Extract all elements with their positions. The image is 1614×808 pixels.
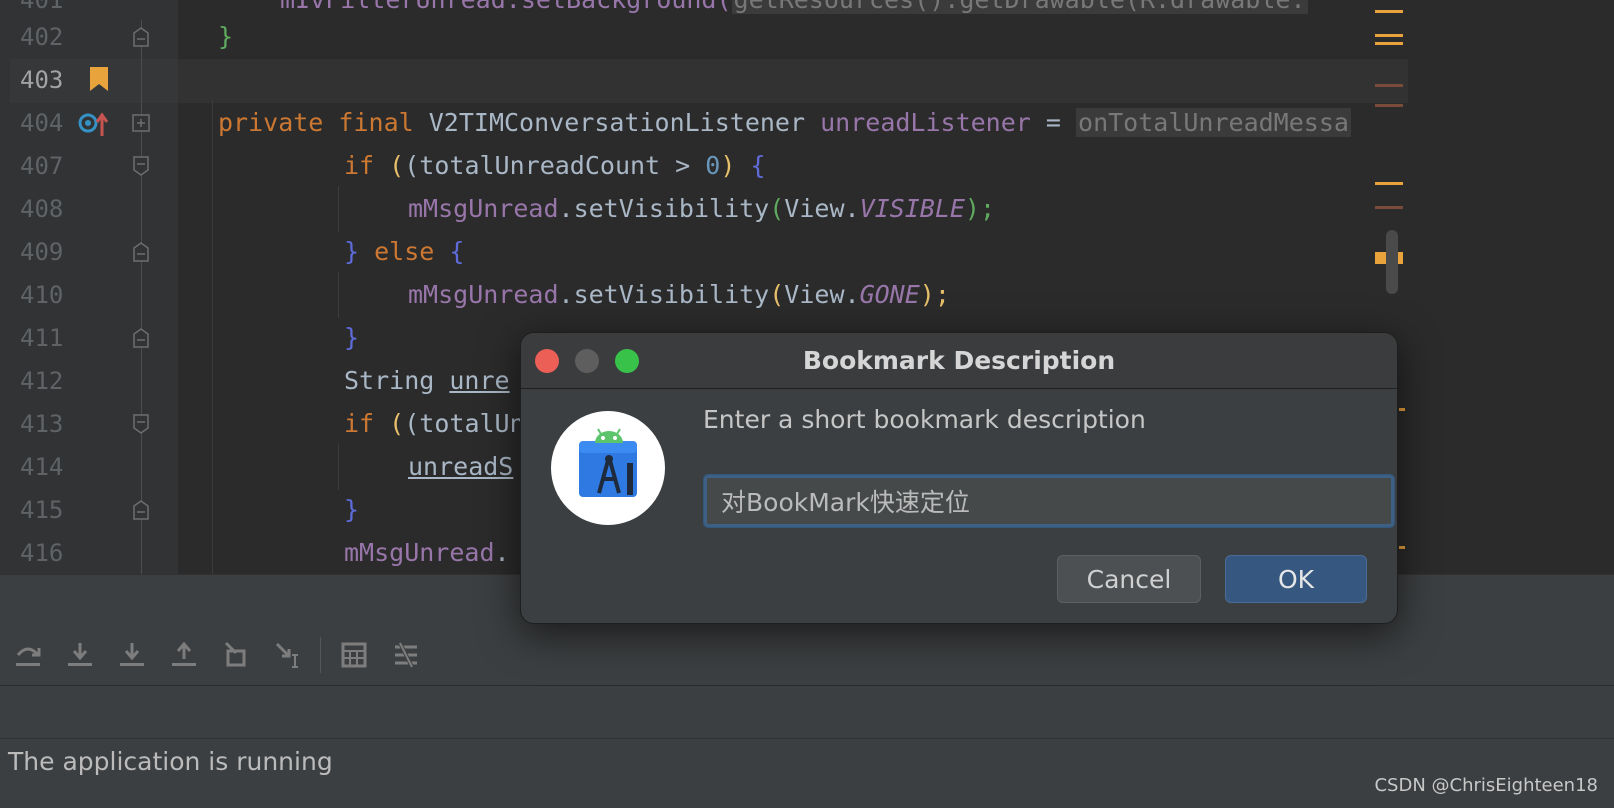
step-over-icon[interactable] <box>14 641 42 669</box>
line-number: 410 <box>20 281 64 309</box>
trace-icon[interactable] <box>392 641 420 669</box>
dialog-prompt: Enter a short bookmark description <box>703 405 1146 434</box>
dialog-titlebar[interactable]: Bookmark Description <box>521 333 1397 389</box>
step-out-icon[interactable] <box>170 641 198 669</box>
line-number: 407 <box>20 152 64 180</box>
line-number: 409 <box>20 238 64 266</box>
line-number: 408 <box>20 195 64 223</box>
watermark: CSDN @ChrisEighteen18 <box>1374 775 1598 796</box>
stripe-mark[interactable] <box>1375 84 1403 87</box>
stripe-mark[interactable] <box>1375 42 1403 45</box>
line-number: 411 <box>20 324 64 352</box>
android-studio-icon <box>579 428 637 497</box>
run-to-cursor-icon[interactable] <box>274 641 302 669</box>
code-line[interactable]: 404 private final V2TIMConversationListe… <box>0 101 1408 145</box>
implement-override-marker-icon[interactable] <box>78 111 110 137</box>
stripe-mark[interactable] <box>1399 546 1405 549</box>
status-message: The application is running <box>8 747 333 776</box>
code-line[interactable]: 403 <box>0 58 1408 102</box>
bookmark-description-dialog: Bookmark Description Enter a short bookm… <box>520 332 1398 624</box>
empty-side-area <box>1408 0 1614 574</box>
folded-lambda-hint: onTotalUnreadMessa <box>1076 108 1351 137</box>
fold-start-icon[interactable] <box>131 414 151 434</box>
fold-end-icon[interactable] <box>131 328 151 348</box>
debug-toolbar <box>0 623 1614 686</box>
vertical-scrollbar[interactable] <box>1386 230 1398 294</box>
fold-start-icon[interactable] <box>131 156 151 176</box>
android-studio-logo <box>551 411 665 525</box>
code-line[interactable]: 410 mMsgUnread.setVisibility(View.GONE); <box>0 273 1408 317</box>
ok-button[interactable]: OK <box>1225 555 1367 603</box>
toolbar-separator <box>320 637 321 673</box>
dialog-title: Bookmark Description <box>802 346 1116 375</box>
bookmark-icon[interactable] <box>89 66 109 92</box>
stripe-mark[interactable] <box>1399 408 1405 411</box>
status-bar: The application is running CSDN @ChrisEi… <box>0 739 1614 808</box>
line-number: 416 <box>20 539 64 567</box>
fold-end-icon[interactable] <box>131 27 151 47</box>
bookmark-description-input[interactable] <box>703 474 1395 528</box>
stripe-mark[interactable] <box>1375 182 1403 185</box>
code-line[interactable]: 408 mMsgUnread.setVisibility(View.VISIBL… <box>0 187 1408 231</box>
code-line[interactable]: 407 if ((totalUnreadCount > 0) { <box>0 144 1408 188</box>
line-number: 414 <box>20 453 64 481</box>
line-number: 412 <box>20 367 64 395</box>
fold-collapsed-icon[interactable] <box>131 113 151 133</box>
evaluate-expression-icon[interactable] <box>340 641 368 669</box>
tool-window-content <box>0 686 1614 739</box>
line-number: 404 <box>20 109 64 137</box>
drop-frame-icon[interactable] <box>222 641 250 669</box>
line-number: 415 <box>20 496 64 524</box>
stripe-mark[interactable] <box>1375 34 1403 37</box>
stripe-mark[interactable] <box>1375 206 1403 209</box>
stripe-mark[interactable] <box>1375 104 1403 107</box>
stripe-mark[interactable] <box>1375 10 1403 13</box>
code-line[interactable]: 402 } <box>0 15 1408 59</box>
force-step-into-icon[interactable] <box>118 641 146 669</box>
step-into-icon[interactable] <box>66 641 94 669</box>
line-number: 403 <box>20 66 64 94</box>
line-number: 413 <box>20 410 64 438</box>
fold-end-icon[interactable] <box>131 500 151 520</box>
cancel-button[interactable]: Cancel <box>1057 555 1201 603</box>
code-line[interactable]: 409 } else { <box>0 230 1408 274</box>
fold-end-icon[interactable] <box>131 242 151 262</box>
line-number: 402 <box>20 23 64 51</box>
